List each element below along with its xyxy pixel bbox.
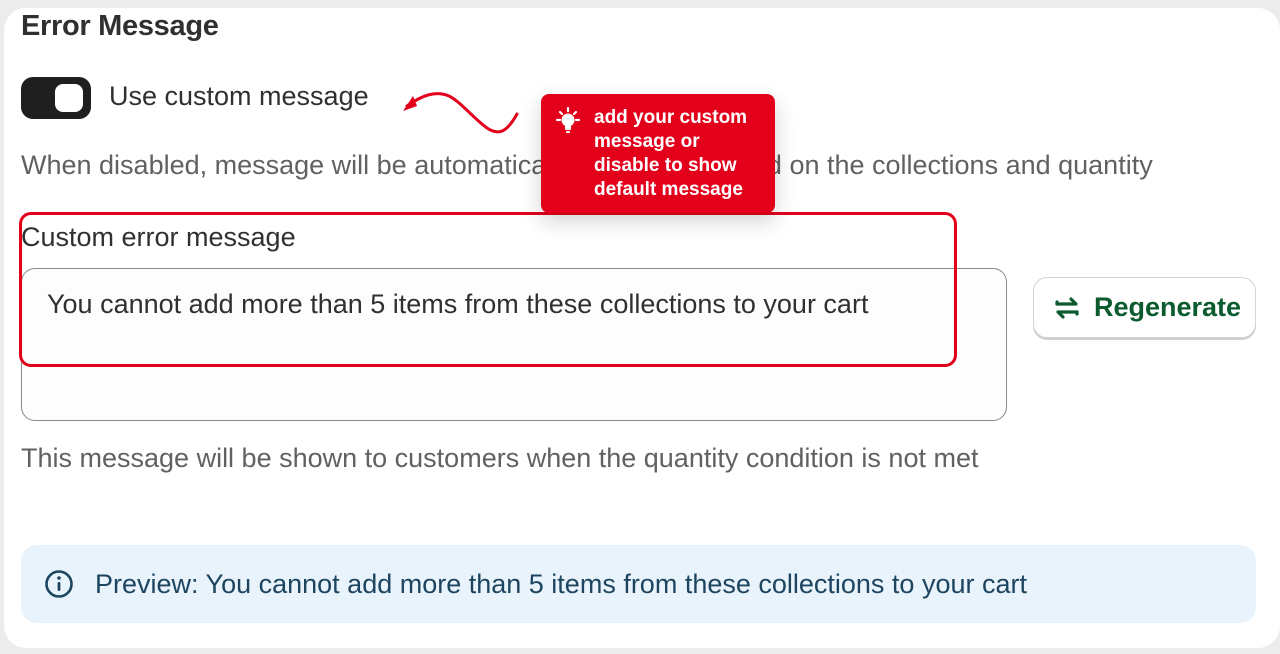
- regenerate-label: Regenerate: [1094, 292, 1242, 322]
- info-icon: [45, 570, 73, 598]
- custom-message-toggle[interactable]: [21, 77, 91, 119]
- preview-text: Preview: You cannot add more than 5 item…: [95, 568, 1027, 599]
- regenerate-button[interactable]: Regenerate: [1033, 277, 1256, 338]
- lightbulb-icon: [555, 106, 581, 133]
- annotation-tip-text: add your custom message or disable to sh…: [594, 107, 748, 200]
- refresh-icon: [1055, 296, 1079, 319]
- preview-banner: Preview: You cannot add more than 5 item…: [21, 545, 1256, 623]
- annotation-tip-card: add your custom message or disable to sh…: [541, 94, 775, 213]
- custom-error-help-text: This message will be shown to customers …: [21, 443, 979, 473]
- toggle-knob: [55, 84, 83, 112]
- custom-error-field-label: Custom error message: [21, 222, 296, 252]
- custom-error-textarea[interactable]: You cannot add more than 5 items from th…: [21, 268, 1007, 421]
- toggle-label: Use custom message: [109, 81, 369, 111]
- textarea-value: You cannot add more than 5 items from th…: [47, 289, 869, 319]
- section-title: Error Message: [21, 10, 219, 42]
